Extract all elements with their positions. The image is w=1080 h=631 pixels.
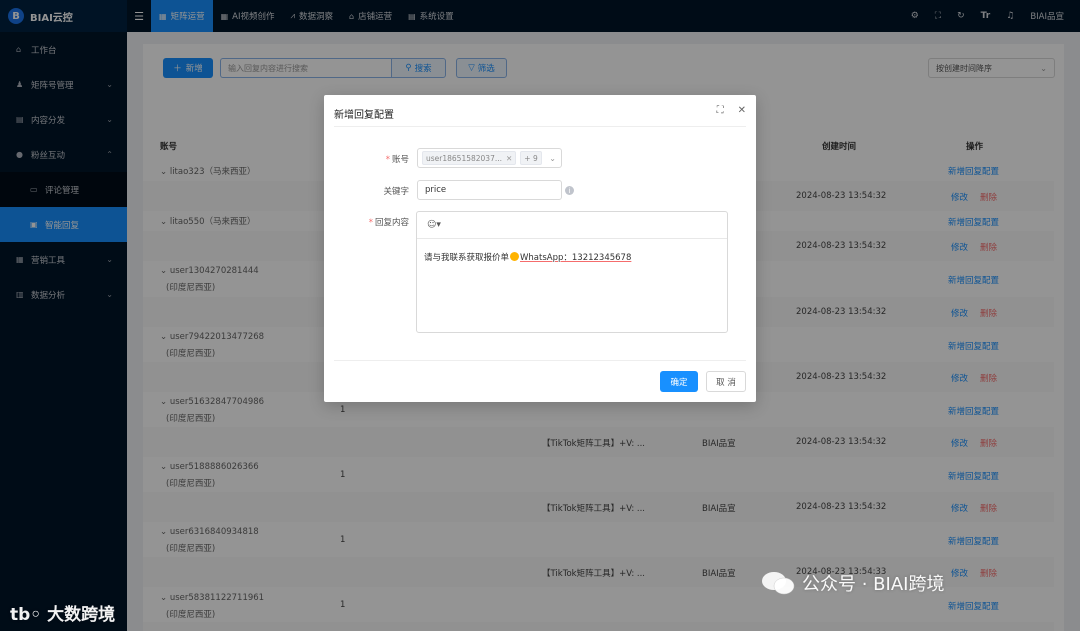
- dialog-divider: [334, 126, 746, 127]
- watermark-left-icon: tb◦: [10, 605, 48, 625]
- watermark-left-text: 大数跨境: [47, 605, 116, 625]
- dialog-title: 新增回复配置: [334, 110, 394, 121]
- tag-close-icon[interactable]: ✕: [506, 154, 512, 163]
- emoji-icon: [510, 252, 520, 261]
- content-whatsapp: WhatsApp：13212345678: [520, 253, 632, 263]
- info-icon[interactable]: i: [565, 186, 574, 195]
- reply-content-editor[interactable]: ☺▾ 请与我联系获取报价单 WhatsApp：13212345678: [416, 211, 728, 333]
- content-text: 请与我联系获取报价单: [424, 253, 510, 263]
- dialog-controls: ⛶ ✕: [717, 105, 746, 116]
- confirm-button[interactable]: 确定: [660, 371, 698, 392]
- account-tag[interactable]: user18651582037... ✕: [422, 151, 517, 165]
- close-icon[interactable]: ✕: [738, 105, 746, 116]
- account-select[interactable]: user18651582037... ✕ + 9 ⌄: [417, 148, 562, 168]
- emoji-picker-icon[interactable]: ☺▾: [427, 220, 441, 230]
- content-label: * 回复内容: [368, 218, 409, 228]
- content-label-text: 回复内容: [374, 218, 409, 228]
- watermark-wechat: 公众号 · BIAI跨境: [760, 570, 944, 596]
- wechat-icon: [762, 572, 795, 595]
- dialog-footer-divider: [334, 360, 746, 361]
- add-reply-dialog: 新增回复配置 ⛶ ✕ * 账号 user18651582037... ✕ + 9 ⌄…: [324, 95, 756, 402]
- account-label: * 账号: [385, 155, 409, 165]
- account-more-tag: + 9: [520, 151, 542, 165]
- account-more-text: + 9: [524, 153, 538, 163]
- editor-toolbar: ☺▾: [417, 212, 727, 239]
- keyword-label: 关键字: [383, 187, 409, 197]
- account-tag-text: user18651582037...: [426, 153, 502, 163]
- maximize-icon[interactable]: ⛶: [717, 105, 724, 116]
- editor-body[interactable]: 请与我联系获取报价单 WhatsApp：13212345678: [417, 239, 727, 275]
- keyword-value: price: [425, 185, 447, 195]
- watermark-right-text: 公众号 · BIAI跨境: [802, 574, 945, 595]
- cancel-button[interactable]: 取 消: [706, 371, 746, 392]
- chevron-down-icon: ⌄: [549, 153, 556, 163]
- watermark-logo: tb◦ 大数跨境: [10, 600, 115, 625]
- account-label-text: 账号: [391, 155, 409, 165]
- keyword-input[interactable]: price: [417, 180, 562, 200]
